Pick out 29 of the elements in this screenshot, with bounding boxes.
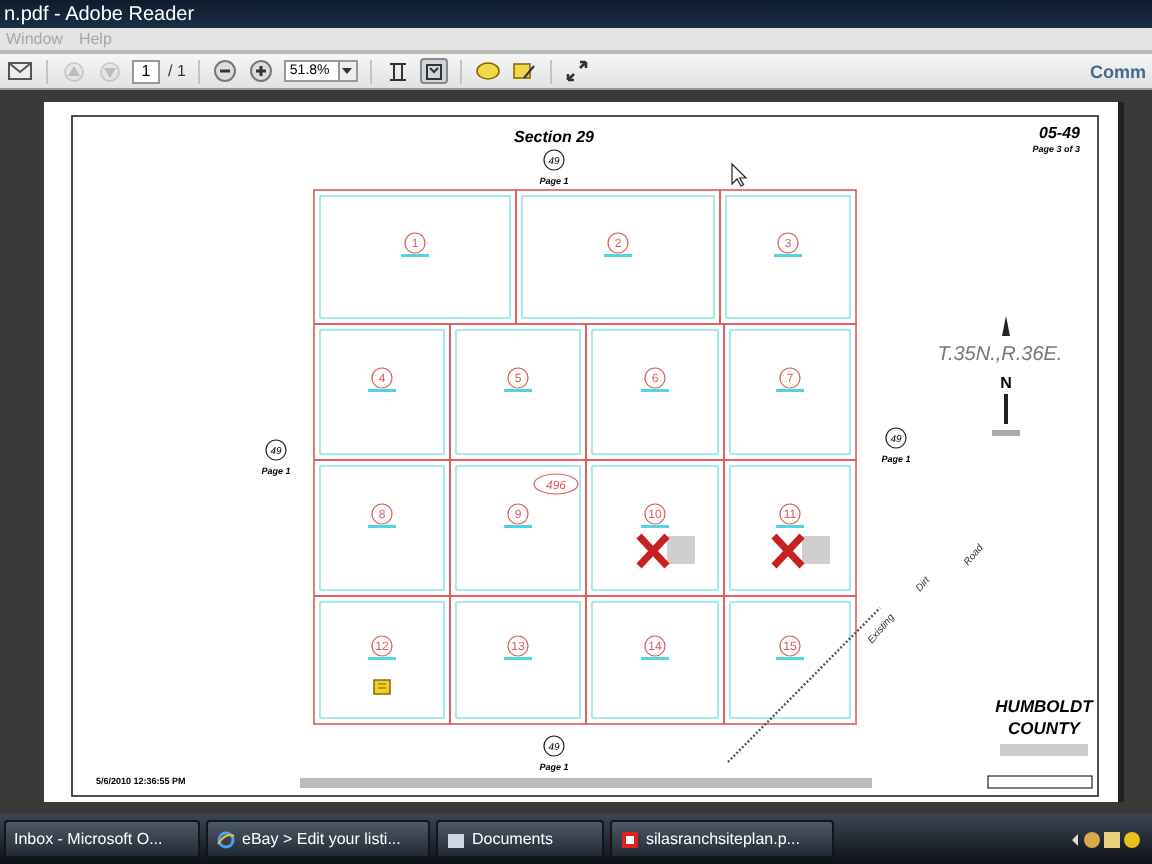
taskbar-button[interactable]: Inbox - Microsoft O... [4, 820, 200, 858]
comment-button[interactable] [473, 58, 502, 84]
section-title: Section 29 [514, 128, 594, 146]
folder-icon [446, 829, 466, 849]
fit-page-button[interactable] [419, 58, 448, 84]
pdf-file-icon [620, 829, 640, 849]
taskbar-button[interactable]: silasranchsiteplan.p... [610, 820, 834, 858]
scale-note [992, 430, 1020, 436]
page-number-field[interactable]: 1 [132, 59, 160, 83]
north-label: N [1000, 374, 1012, 392]
caret-icon [342, 68, 353, 74]
assessor-stamp-box [987, 775, 1093, 789]
disclaimer-note [1000, 744, 1088, 756]
comment-tab[interactable]: Comm [1089, 61, 1146, 81]
taskbar-button[interactable]: eBay > Edit your listi... [206, 820, 430, 858]
sheet-number: 05-49 [1039, 124, 1080, 142]
county-label: HUMBOLDT [995, 696, 1093, 716]
zoom-out-button[interactable] [211, 58, 240, 84]
township-range-label: T.35N.,R.36E. [937, 344, 1063, 366]
window-title: n.pdf - Adobe Reader [4, 3, 195, 25]
browser-icon [216, 829, 236, 849]
zoom-in-button[interactable] [247, 58, 276, 84]
cursor-icon [731, 162, 748, 187]
page-count: / 1 [168, 62, 186, 80]
full-screen-button[interactable] [563, 58, 592, 84]
email-button[interactable] [6, 58, 34, 84]
county-label: COUNTY [1008, 718, 1080, 738]
taskbar-button[interactable]: Documents [436, 820, 604, 858]
highlight-button[interactable] [509, 58, 538, 84]
